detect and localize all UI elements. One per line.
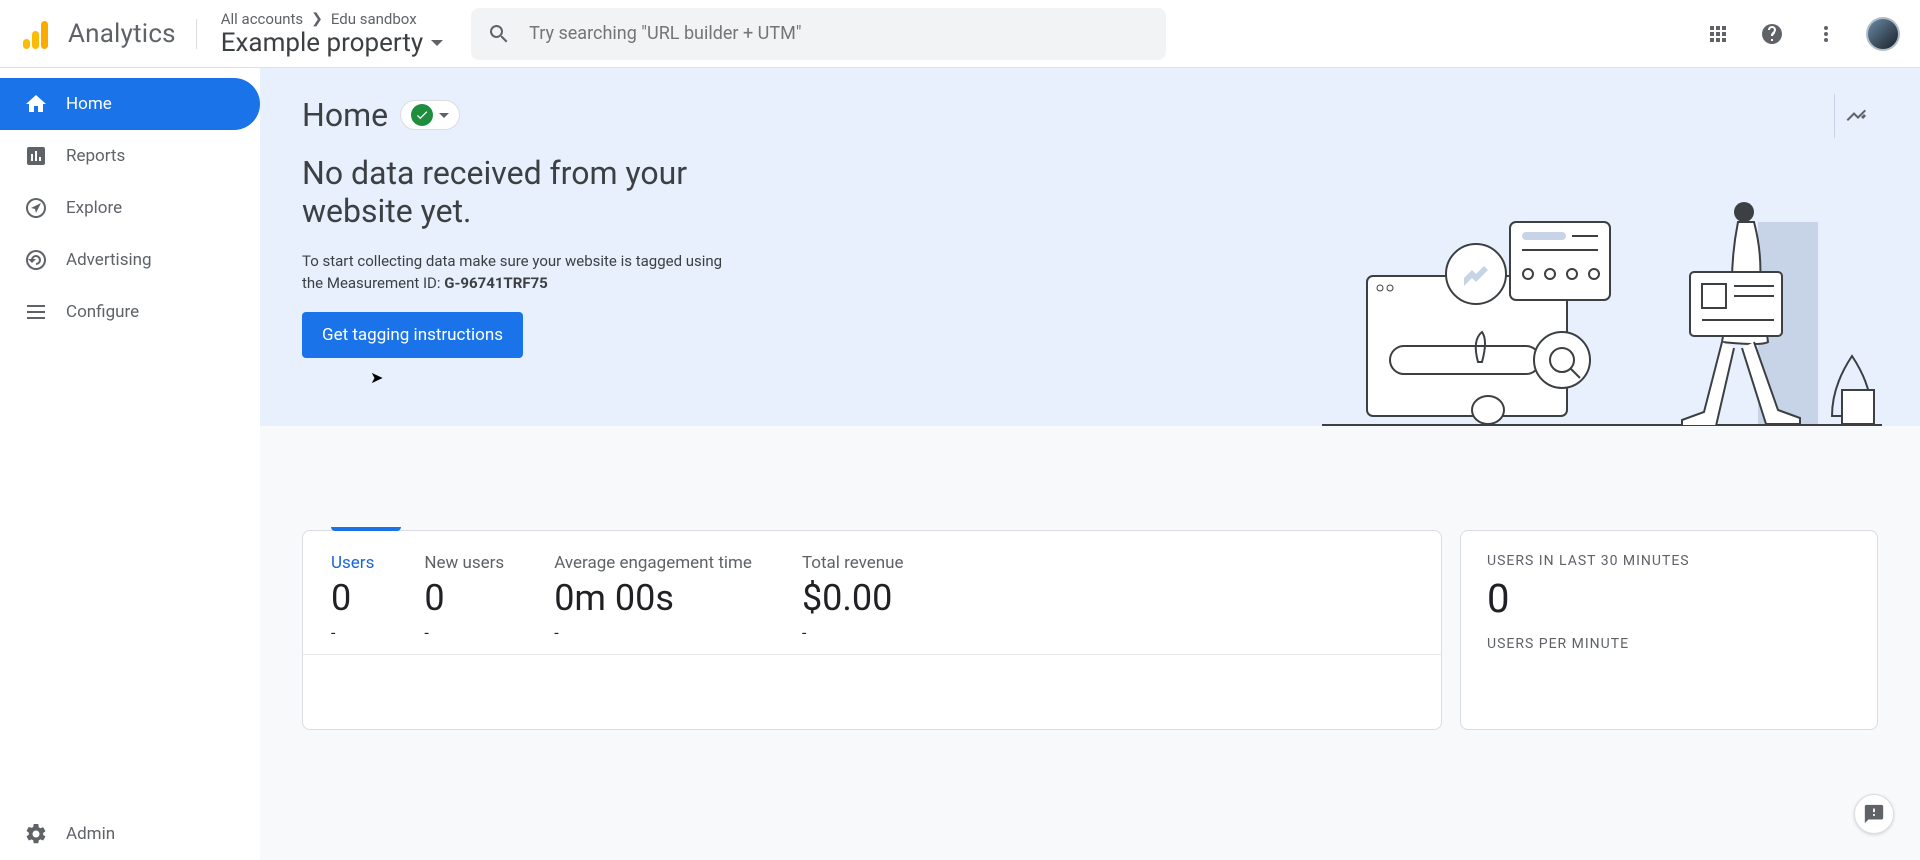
- product-name: Analytics: [68, 19, 197, 49]
- feedback-icon: [1863, 803, 1885, 825]
- apps-icon[interactable]: [1704, 20, 1732, 48]
- feedback-button[interactable]: [1854, 794, 1894, 834]
- sidebar-item-home[interactable]: Home: [0, 78, 260, 130]
- advertising-icon: [24, 248, 48, 272]
- metric-label: Average engagement time: [554, 553, 752, 573]
- metric-delta: -: [331, 623, 374, 642]
- metrics-card: Users 0 - New users 0 - Average engageme…: [302, 530, 1442, 730]
- chevron-down-icon: [431, 40, 443, 46]
- more-icon[interactable]: [1812, 20, 1840, 48]
- metric-tab-revenue[interactable]: Total revenue $0.00 -: [802, 553, 904, 642]
- analytics-logo[interactable]: [20, 19, 50, 49]
- sidebar-item-label: Advertising: [66, 250, 152, 270]
- gear-icon: [24, 822, 48, 846]
- reports-icon: [24, 144, 48, 168]
- measurement-id: G-96741TRF75: [444, 274, 548, 292]
- property-selector[interactable]: Example property: [221, 28, 443, 58]
- sidebar-item-label: Configure: [66, 302, 139, 322]
- insights-button[interactable]: [1834, 94, 1878, 138]
- search-input[interactable]: [529, 23, 1150, 44]
- tagging-instructions-button[interactable]: Get tagging instructions: [302, 312, 523, 358]
- metric-delta: -: [424, 623, 504, 642]
- page-title: Home: [302, 96, 388, 134]
- hero-illustration: [1322, 186, 1882, 426]
- metric-value: $0.00: [802, 577, 904, 619]
- sidebar-item-reports[interactable]: Reports: [0, 130, 260, 182]
- sidebar-item-label: Explore: [66, 198, 122, 218]
- sidebar-item-admin[interactable]: Admin: [0, 808, 260, 860]
- sidebar-item-explore[interactable]: Explore: [0, 182, 260, 234]
- explore-icon: [24, 196, 48, 220]
- search-box[interactable]: [471, 8, 1166, 60]
- sidebar-item-label: Admin: [66, 824, 115, 844]
- realtime-sub: USERS PER MINUTE: [1487, 636, 1851, 652]
- hero-subtext: To start collecting data make sure your …: [302, 251, 742, 295]
- metric-value: 0: [424, 577, 504, 619]
- breadcrumb-root: All accounts: [221, 10, 303, 28]
- sidebar-item-label: Home: [66, 94, 112, 114]
- metric-label: New users: [424, 553, 504, 573]
- metric-tab-users[interactable]: Users 0 -: [331, 553, 374, 642]
- status-pill[interactable]: [400, 100, 460, 130]
- metric-value: 0m 00s: [554, 577, 752, 619]
- chevron-down-icon: [439, 113, 449, 118]
- property-name: Example property: [221, 28, 423, 58]
- sidebar-item-advertising[interactable]: Advertising: [0, 234, 260, 286]
- chevron-right-icon: ❯: [311, 11, 323, 27]
- metric-tab-engagement[interactable]: Average engagement time 0m 00s -: [554, 553, 752, 642]
- metric-tab-new-users[interactable]: New users 0 -: [424, 553, 504, 642]
- search-icon: [487, 22, 511, 46]
- avatar[interactable]: [1866, 17, 1900, 51]
- mouse-cursor: ➤: [370, 368, 383, 387]
- configure-icon: [24, 300, 48, 324]
- help-icon[interactable]: [1758, 20, 1786, 48]
- realtime-title: USERS IN LAST 30 MINUTES: [1487, 553, 1851, 569]
- metric-value: 0: [331, 577, 374, 619]
- breadcrumb-account: Edu sandbox: [331, 10, 417, 28]
- hero-banner: Home No data received from your website …: [260, 68, 1920, 426]
- metric-label: Total revenue: [802, 553, 904, 573]
- breadcrumb[interactable]: All accounts ❯ Edu sandbox: [221, 10, 443, 28]
- metric-delta: -: [554, 623, 752, 642]
- realtime-card: USERS IN LAST 30 MINUTES 0 USERS PER MIN…: [1460, 530, 1878, 730]
- metric-label: Users: [331, 553, 374, 573]
- metric-delta: -: [802, 623, 904, 642]
- realtime-value: 0: [1487, 575, 1851, 622]
- check-icon: [411, 104, 433, 126]
- sidebar-item-configure[interactable]: Configure: [0, 286, 260, 338]
- home-icon: [24, 92, 48, 116]
- hero-headline: No data received from your website yet.: [302, 154, 802, 231]
- sidebar-item-label: Reports: [66, 146, 125, 166]
